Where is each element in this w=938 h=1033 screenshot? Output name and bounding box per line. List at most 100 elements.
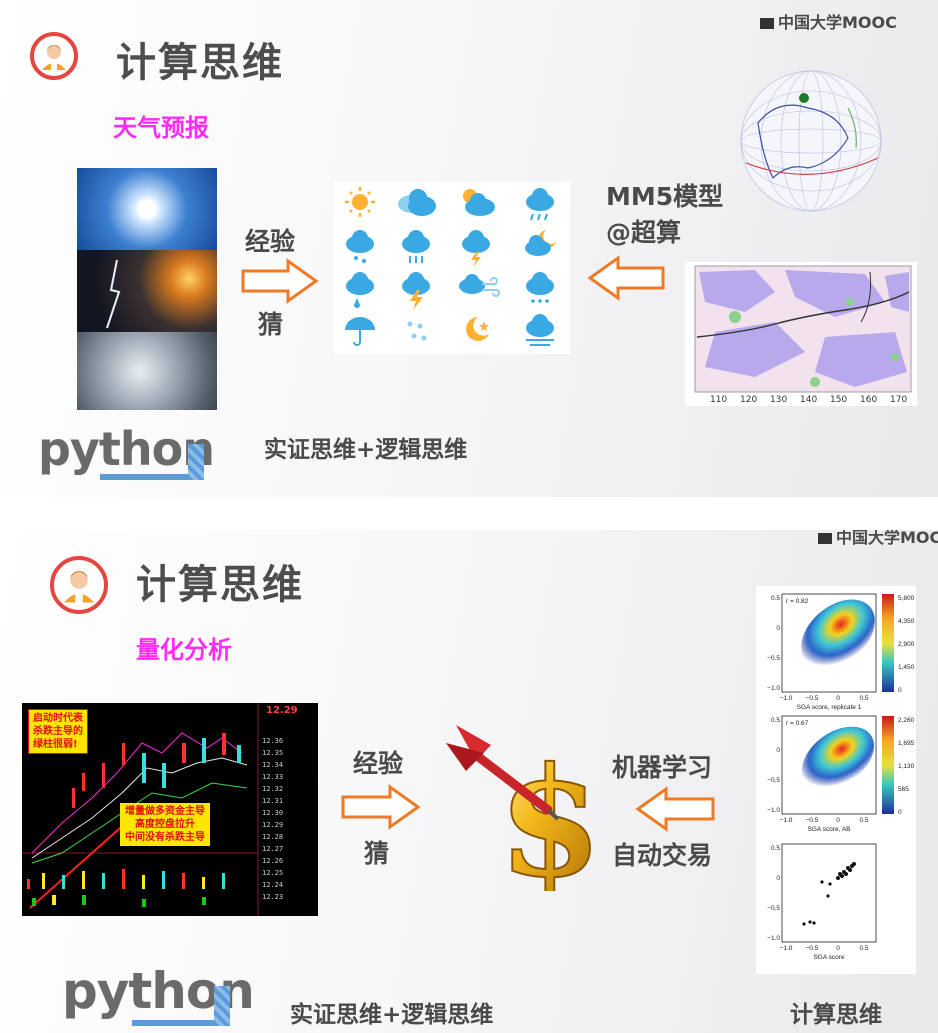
svg-text:12.33: 12.33	[262, 773, 283, 781]
y-tick-label: 0	[776, 875, 780, 882]
page-title: 计算思维	[116, 40, 284, 86]
svg-text:12.25: 12.25	[262, 869, 283, 877]
colorbar-label: 2,900	[898, 641, 915, 648]
colorbar-label: 5,800	[898, 595, 915, 602]
svg-text:12.26: 12.26	[262, 857, 283, 865]
stock-price: 12.29	[266, 705, 298, 716]
x-tick-label: −1.0	[780, 695, 793, 702]
colorbar-label: 4,350	[898, 618, 915, 625]
rain-cloud-icon	[346, 272, 374, 308]
svg-text:110: 110	[710, 395, 727, 405]
storm-photo	[77, 250, 217, 332]
cloud-icon	[398, 189, 436, 216]
y-tick-label: −1.0	[767, 935, 780, 942]
svg-text:150: 150	[830, 395, 847, 405]
svg-text:12.24: 12.24	[262, 881, 283, 889]
auto-trading-label: 自动交易	[612, 841, 713, 870]
thinking-caption: 实证思维+逻辑思维	[264, 437, 468, 463]
python-logo-tail	[214, 986, 230, 1026]
colorbar-label: 0	[898, 687, 902, 694]
x-axis-label: SGA score, AB	[808, 826, 851, 833]
guess-label: 猜	[364, 839, 390, 868]
colorbar-label: 1,450	[898, 664, 915, 671]
x-tick-label: −0.5	[806, 695, 819, 702]
storm-cloud-icon	[462, 230, 490, 267]
sun-cloud-icon	[463, 189, 495, 216]
python-logo: python	[62, 962, 255, 1032]
lightning-icon	[402, 272, 430, 310]
mooc-logo-icon	[818, 533, 832, 544]
x-axis-label: SGA score	[813, 954, 844, 961]
x-tick-label: −0.5	[806, 817, 819, 824]
colorbar-label: 1,695	[898, 740, 915, 747]
snow-cloud-icon	[526, 272, 554, 303]
x-tick-label: 0	[836, 817, 840, 824]
cloud-photo	[77, 332, 217, 410]
python-logo-underline	[100, 474, 200, 480]
supercompute-label: @超算	[606, 218, 682, 247]
y-tick-label: 0.5	[771, 717, 780, 724]
svg-text:12.28: 12.28	[262, 833, 283, 841]
dart-dollar-icon: $	[446, 725, 603, 891]
y-tick-label: 0	[776, 625, 780, 632]
y-tick-label: −1.0	[767, 685, 780, 692]
python-logo: python	[38, 422, 215, 486]
slide-quant: 中国大学MOC 计算思维 量化分析 12.36 12.35 12.34 12.3…	[0, 530, 938, 1033]
arrow-right-icon	[241, 258, 319, 304]
thinking-caption: 实证思维+逻辑思维	[290, 1002, 494, 1028]
svg-text:12.29: 12.29	[262, 821, 283, 829]
y-tick-label: −0.5	[767, 777, 780, 784]
avatar-icon	[50, 556, 108, 614]
svg-text:160: 160	[860, 395, 877, 405]
slide-weather: 中国大学MOOC 计算思维 天气预报 经验 猜 MM5模型 @超算 110 12…	[0, 0, 938, 497]
x-tick-label: 0	[836, 695, 840, 702]
sun-icon	[345, 187, 375, 217]
svg-text:12.27: 12.27	[262, 845, 283, 853]
colorbar-label: 2,260	[898, 717, 915, 724]
scatter-plots-panel: r = 0.82 0.5 0 −0.5 −1.0 −1.0 −0.5 0 0.5 SGA scor…	[756, 586, 916, 974]
svg-text:140: 140	[800, 395, 817, 405]
x-tick-label: −0.5	[806, 945, 819, 952]
svg-text:12.36: 12.36	[262, 737, 283, 745]
svg-text:12.35: 12.35	[262, 749, 283, 757]
globe-grid-image	[740, 70, 882, 212]
y-tick-label: −1.0	[767, 807, 780, 814]
arrow-left-icon	[635, 786, 715, 832]
x-tick-label: 0.5	[859, 695, 868, 702]
svg-text:130: 130	[770, 395, 787, 405]
stock-note-left: 启动时代表 杀跌主导的 绿柱很弱!	[28, 709, 88, 754]
rain-cloud-icon	[526, 188, 554, 221]
avatar-icon	[30, 32, 78, 80]
x-tick-label: 0.5	[859, 817, 868, 824]
y-tick-label: −0.5	[767, 905, 780, 912]
x-tick-label: 0.5	[859, 945, 868, 952]
sun-photo	[77, 168, 217, 250]
experience-label: 经验	[245, 227, 296, 256]
svg-text:170: 170	[890, 395, 907, 405]
scatter-plots: r = 0.820.50−0.5−1.0−1.0 −0.5 0 0.5SGA scor…	[767, 593, 915, 961]
x-tick-label: −1.0	[780, 945, 793, 952]
mooc-logo: 中国大学MOOC	[760, 9, 897, 33]
svg-text:12.31: 12.31	[262, 797, 283, 805]
page-subtitle: 天气预报	[113, 114, 209, 142]
page-subtitle: 量化分析	[136, 636, 232, 664]
rain-cloud-icon	[402, 230, 430, 263]
svg-text:12.32: 12.32	[262, 785, 283, 793]
colorbar-label: 565	[898, 786, 909, 793]
computational-caption: 计算思维	[790, 1002, 882, 1028]
rain-cloud-icon	[346, 230, 374, 263]
y-tick-label: 0	[776, 747, 780, 754]
y-tick-label: −0.5	[767, 655, 780, 662]
mm5-label: MM5模型	[606, 182, 724, 211]
svg-text:12.30: 12.30	[262, 809, 283, 817]
arrow-right-icon	[341, 784, 421, 830]
drops-icon	[407, 321, 427, 341]
region-map-image: 110 120 130 140 150 160 170	[685, 262, 917, 406]
x-tick-label: −1.0	[780, 817, 793, 824]
guess-label: 猜	[258, 310, 284, 339]
arrow-left-icon	[587, 255, 665, 301]
y-tick-label: 0.5	[771, 595, 780, 602]
weather-icon-grid	[334, 182, 570, 354]
correlation-label: r = 0.82	[786, 598, 809, 605]
x-tick-label: 0	[836, 945, 840, 952]
